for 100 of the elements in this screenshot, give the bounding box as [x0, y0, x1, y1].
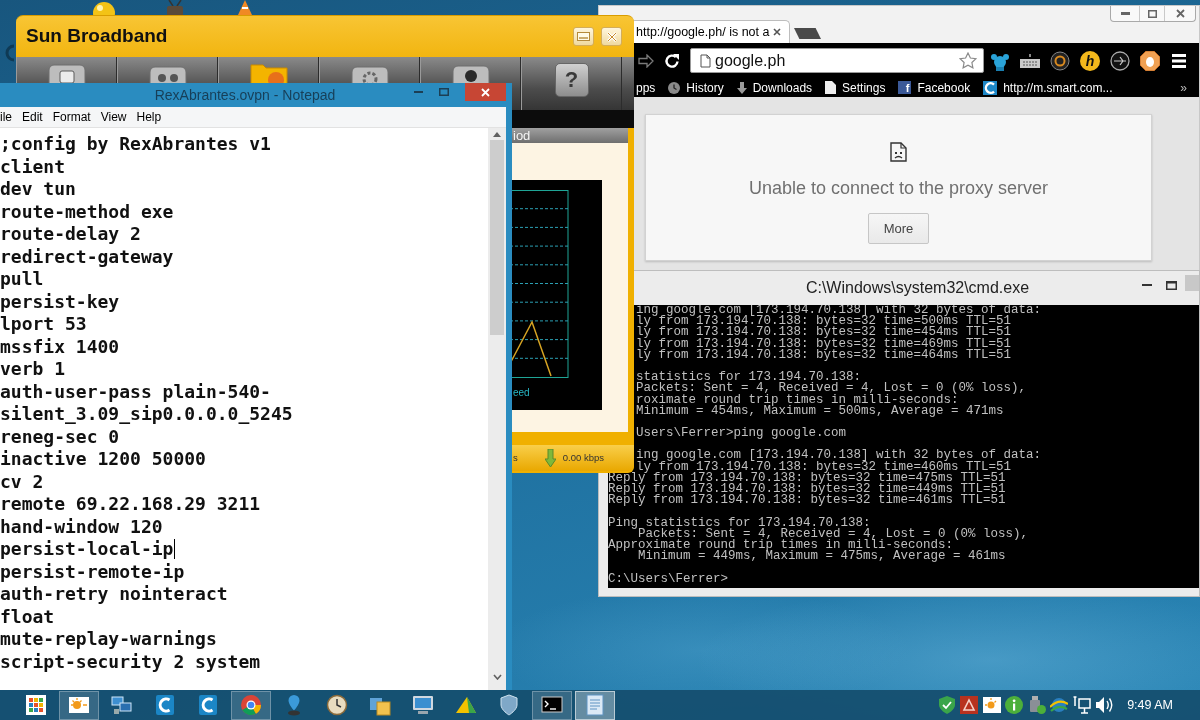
shield-icon [498, 694, 520, 716]
minimize-icon [1141, 284, 1152, 286]
console-line: Users\Ferrer>ping google.com [636, 428, 847, 440]
computers-icon [111, 694, 133, 716]
scroll-up-icon[interactable] [493, 132, 501, 137]
overflow-chevron[interactable]: » [1180, 78, 1187, 97]
console-line: Packets: Sent = 4, Received = 4, Lost = 0 (0% loss), [638, 528, 1029, 540]
desktop-shortcut-icon[interactable] [92, 0, 116, 15]
notepad-icon [584, 694, 606, 716]
clock-text[interactable]: 9:49 AM [1127, 695, 1173, 715]
download-speed: 0.00 kbps [562, 450, 604, 465]
crescent-icon [197, 694, 219, 716]
console-line: ly from 173.194.70.138: bytes=32 time=460ms TTL=51 [636, 461, 1012, 473]
network-monitor-icon[interactable] [1072, 696, 1091, 714]
text-line: reneg-sec 0 [0, 425, 120, 448]
menu-item[interactable]: Edit [22, 108, 43, 126]
text-line: route-method exe [0, 200, 174, 223]
close-icon[interactable] [773, 28, 781, 36]
bookmark-link[interactable]: Downloads [736, 78, 813, 97]
menu-icon[interactable] [1172, 53, 1186, 68]
minimize-icon [577, 32, 590, 41]
bookmark-logo: f [898, 81, 912, 94]
text-line: float [0, 605, 55, 628]
octagon-icon[interactable] [1140, 50, 1160, 71]
extension-button[interactable]: h [1080, 50, 1100, 71]
menu-item[interactable]: View [100, 108, 127, 126]
clock-icon [668, 81, 681, 94]
usb-drive-icon[interactable] [1027, 696, 1046, 714]
help-button[interactable]: ? [554, 63, 589, 97]
volume-icon[interactable] [1095, 696, 1114, 714]
window-title: RexAbrantes.ovpn - Notepad [153, 86, 337, 105]
text-line: silent_3.09_sip0.0.0.0_5245 [0, 403, 293, 426]
menu-item[interactable]: ile [0, 108, 12, 126]
minimize-icon [1120, 12, 1130, 15]
bookmark-link[interactable]: f Facebook [898, 78, 971, 97]
sun-icon[interactable] [982, 696, 1001, 714]
arrow-circle-icon[interactable] [1110, 50, 1130, 71]
text-line: dev tun [0, 178, 76, 201]
crescent-icon [154, 694, 176, 716]
close-button[interactable] [465, 83, 506, 101]
info-icon[interactable] [1005, 696, 1024, 714]
minimize-icon [414, 91, 423, 93]
restore-icon [1147, 9, 1157, 18]
console-line: Reply from 173.194.70.138: bytes=32 time=475ms TTL=51 [608, 472, 1006, 484]
console-line: ly from 173.194.70.138: bytes=32 time=454ms TTL=51 [636, 327, 1012, 339]
bookmark-link[interactable]: http://m.smart.com... [983, 78, 1113, 97]
bookmark-link[interactable]: History [668, 78, 724, 97]
page-icon [825, 81, 837, 94]
page-icon [700, 53, 711, 68]
reload-icon[interactable] [664, 52, 680, 69]
browser-icon [240, 694, 262, 716]
text-line: ;config by RexAbrantes v1 [0, 133, 271, 156]
console-line: Ping statistics for 173.194.70.138: [608, 517, 871, 529]
shield-check-icon[interactable] [937, 696, 956, 714]
more-button[interactable]: More [868, 213, 929, 244]
maximize-icon [1166, 280, 1177, 290]
scroll-down-icon[interactable] [492, 674, 502, 680]
bookmark-link[interactable]: Settings [825, 78, 886, 97]
network-globe-icon[interactable] [1050, 696, 1069, 714]
keyboard-icon[interactable] [1020, 53, 1040, 68]
desktop-shortcut-icon[interactable] [237, 0, 253, 15]
star-icon[interactable] [959, 52, 977, 69]
text-line: cv 2 [0, 470, 44, 493]
text-line: client [0, 155, 66, 178]
taskbar-button[interactable] [532, 690, 572, 720]
window-title: C:\Windows\system32\cmd.exe [804, 278, 1031, 298]
monitor-icon [412, 694, 434, 716]
download-arrow-icon [544, 449, 556, 467]
broken-page-icon [890, 142, 907, 162]
scrollbar-thumb[interactable] [490, 140, 504, 335]
text-line: route-delay 2 [0, 223, 141, 246]
console-line: Minimum = 449ms, Maximum = 475ms, Average = 461ms [638, 551, 1006, 563]
taskbar-button[interactable] [59, 690, 99, 720]
taskbar-button[interactable] [231, 690, 271, 720]
console-line: C:\Users\Ferrer> [608, 573, 729, 585]
text-line: inactive 1200 50000 [0, 448, 206, 471]
console-line: ly from 173.194.70.138: bytes=32 time=464ms TTL=51 [636, 349, 1012, 361]
close-button[interactable] [601, 27, 622, 46]
vertical-scrollbar[interactable] [488, 128, 506, 690]
forward-arrow-icon[interactable] [638, 53, 654, 68]
circle-tile-icon[interactable] [451, 63, 490, 83]
address-field[interactable]: google.ph [690, 48, 984, 73]
text-line: auth-retry nointeract [0, 583, 228, 606]
download-arrow-icon [736, 81, 747, 94]
square-tile-icon[interactable] [47, 63, 86, 83]
ring-icon[interactable] [1050, 50, 1070, 71]
menu-item[interactable]: Help [136, 108, 162, 126]
text-line: verb 1 [0, 358, 66, 381]
text-line: redirect-gateway [0, 245, 174, 268]
bookmark-link[interactable]: pps [636, 78, 656, 97]
triangle-tile-icon[interactable] [960, 696, 979, 714]
text-line: persist-key [0, 290, 120, 313]
text-line: auth-user-pass plain-540- [0, 380, 271, 403]
text-line: mute-replay-warnings [0, 628, 217, 651]
menu-item[interactable]: Format [52, 108, 91, 126]
text-line: pull [0, 268, 44, 291]
text-line: remote 69.22.168.29 3211 [0, 493, 261, 516]
new-tab-button[interactable] [794, 28, 821, 39]
window-title: Sun Broadband [26, 24, 168, 49]
taskbar-button[interactable] [575, 690, 615, 720]
